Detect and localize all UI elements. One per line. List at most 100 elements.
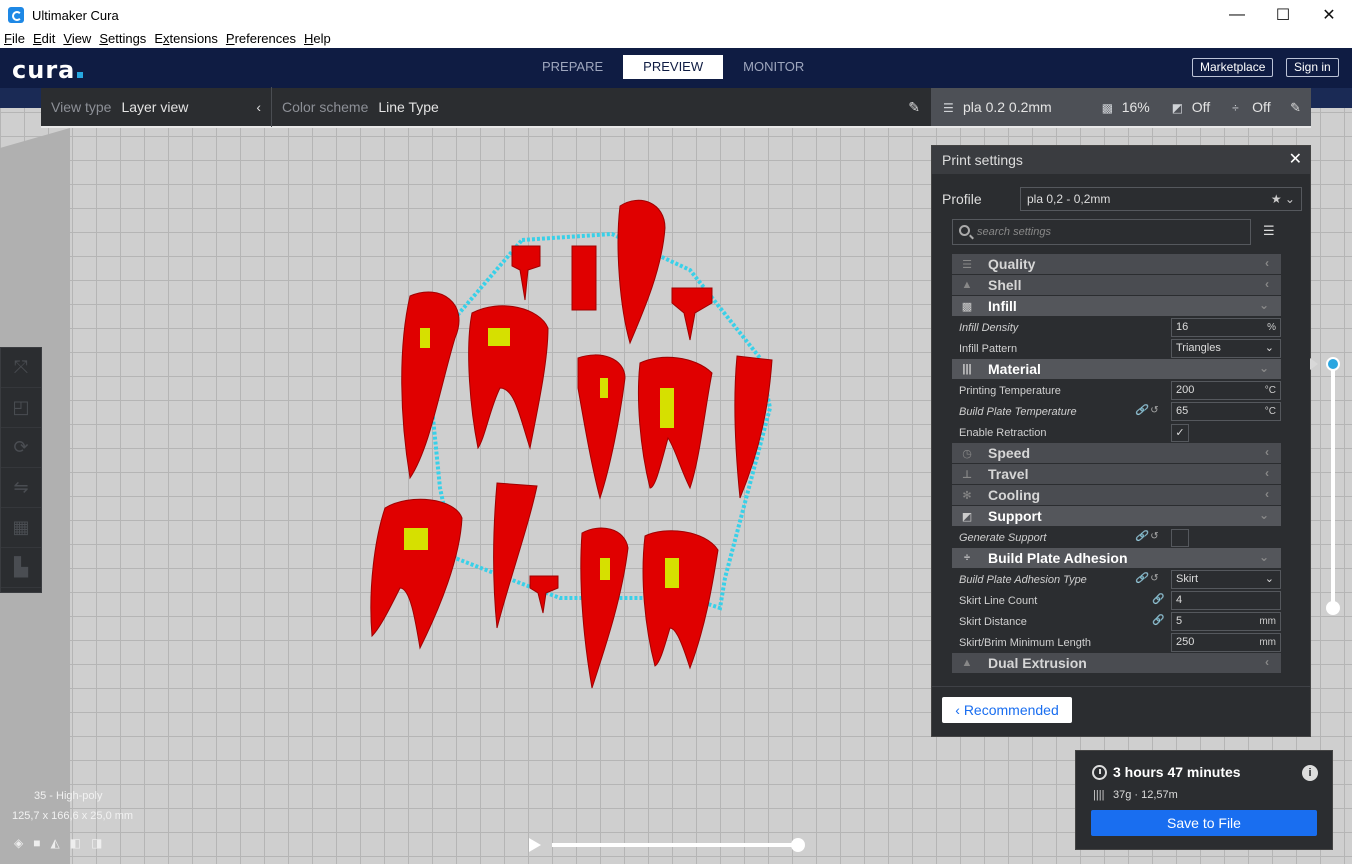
adhesion-type-dropdown[interactable]: Skirt ⌄ bbox=[1171, 570, 1281, 589]
link-reset-icon[interactable]: 🔗 ↺ bbox=[1135, 405, 1159, 416]
sign-in-button[interactable]: Sign in bbox=[1286, 58, 1339, 77]
setting-print-temp: Printing Temperature 200 °C bbox=[952, 380, 1281, 401]
menu-view[interactable]: View bbox=[59, 30, 95, 48]
print-temp-input[interactable]: 200 °C bbox=[1171, 381, 1281, 400]
adhesion-icon: ÷ bbox=[963, 552, 971, 564]
setting-unit: °C bbox=[1264, 385, 1276, 396]
menu-extensions[interactable]: Extensions bbox=[150, 30, 222, 48]
setting-infill-density: Infill Density 16 % bbox=[952, 317, 1281, 338]
profile-dropdown[interactable]: pla 0,2 - 0,2mm ★ ⌄ bbox=[1020, 187, 1302, 211]
layer-slider-track[interactable] bbox=[1331, 364, 1335, 609]
tab-monitor[interactable]: MONITOR bbox=[723, 55, 824, 79]
view-toolbar: View type Layer view ‹ Color scheme Line… bbox=[41, 87, 931, 128]
move-tool-icon[interactable]: ⤧ bbox=[1, 348, 41, 388]
window-title: Ultimaker Cura bbox=[32, 7, 119, 23]
setting-value: 16 bbox=[1176, 321, 1189, 333]
per-model-settings-icon[interactable]: ▦ bbox=[1, 508, 41, 548]
pencil-icon[interactable]: ✎ bbox=[1290, 100, 1301, 116]
maximize-button[interactable]: ☐ bbox=[1260, 0, 1306, 30]
category-speed[interactable]: ◷ Speed ‹ bbox=[952, 443, 1281, 463]
category-shell[interactable]: ▲ Shell ‹ bbox=[952, 275, 1281, 295]
menu-file[interactable]: File bbox=[0, 30, 29, 48]
recommended-button[interactable]: ‹ Recommended bbox=[942, 697, 1072, 723]
profile-summary-text: pla 0.2 0.2mm bbox=[963, 99, 1052, 115]
infill-density-input[interactable]: 16 % bbox=[1171, 318, 1281, 337]
menu-edit[interactable]: Edit bbox=[29, 30, 59, 48]
chevron-left-icon: ‹ bbox=[1265, 655, 1269, 669]
close-window-button[interactable]: ✕ bbox=[1306, 0, 1352, 30]
category-dual-extrusion[interactable]: ▲ Dual Extrusion ‹ bbox=[952, 653, 1281, 673]
menu-settings[interactable]: Settings bbox=[95, 30, 150, 48]
infill-summary: ▩ 16% bbox=[1102, 99, 1150, 115]
3d-view-icon[interactable]: ◈ bbox=[14, 836, 23, 850]
scale-tool-icon[interactable]: ◰ bbox=[1, 388, 41, 428]
color-scheme-selector[interactable]: Color scheme Line Type ✎ bbox=[272, 87, 930, 127]
generate-support-checkbox[interactable] bbox=[1171, 529, 1189, 547]
front-view-icon[interactable]: ■ bbox=[33, 836, 40, 850]
print-setup-bar[interactable]: ☰ pla 0.2 0.2mm ▩ 16% ◩ Off ÷ Off ✎ bbox=[931, 88, 1311, 128]
category-label: Dual Extrusion bbox=[988, 655, 1087, 671]
top-view-icon[interactable]: ◭ bbox=[50, 836, 59, 850]
right-view-icon[interactable]: ◨ bbox=[91, 836, 102, 850]
skirt-distance-input[interactable]: 5 mm bbox=[1171, 612, 1281, 631]
panel-title: Print settings bbox=[942, 152, 1023, 168]
search-input[interactable]: search settings bbox=[952, 219, 1251, 245]
infill-summary-text: 16% bbox=[1121, 99, 1150, 115]
cura-header: cura PREPARE PREVIEW MONITOR Marketplace… bbox=[0, 48, 1352, 88]
support-summary-text: Off bbox=[1191, 99, 1211, 115]
setting-label: Skirt/Brim Minimum Length bbox=[959, 636, 1092, 649]
layer-slider-top-handle[interactable] bbox=[1326, 357, 1340, 371]
category-material[interactable]: ||| Material ⌄ bbox=[952, 359, 1281, 379]
setting-unit: mm bbox=[1259, 637, 1276, 648]
quality-icon: ☰ bbox=[943, 101, 954, 115]
chevron-left-icon: ‹ bbox=[1265, 487, 1269, 501]
retraction-checkbox[interactable]: ✓ bbox=[1171, 424, 1189, 442]
tab-prepare[interactable]: PREPARE bbox=[522, 55, 623, 79]
menu-preferences[interactable]: Preferences bbox=[222, 30, 300, 48]
left-view-icon[interactable]: ◧ bbox=[70, 836, 81, 850]
layer-slider-bottom-handle[interactable] bbox=[1326, 601, 1340, 615]
minimize-button[interactable]: — bbox=[1214, 0, 1260, 30]
rotate-tool-icon[interactable]: ⟳ bbox=[1, 428, 41, 468]
menu-help[interactable]: Help bbox=[300, 30, 335, 48]
support-blocker-icon[interactable]: ▙ bbox=[1, 548, 41, 588]
stage-tabs: PREPARE PREVIEW MONITOR bbox=[522, 55, 824, 79]
link-reset-icon[interactable]: 🔗 ↺ bbox=[1135, 531, 1159, 542]
setting-label: Printing Temperature bbox=[959, 384, 1061, 397]
chevron-left-icon: ‹ bbox=[1265, 256, 1269, 270]
skirt-min-length-input[interactable]: 250 mm bbox=[1171, 633, 1281, 652]
tab-preview[interactable]: PREVIEW bbox=[623, 55, 724, 79]
simulation-slider-handle[interactable] bbox=[791, 838, 805, 852]
logo-text: cura bbox=[12, 56, 76, 84]
setting-value: 250 bbox=[1176, 636, 1195, 648]
save-to-file-button[interactable]: Save to File bbox=[1091, 810, 1317, 836]
category-support[interactable]: ◩ Support ⌄ bbox=[952, 506, 1281, 526]
output-panel: 3 hours 47 minutes i |||| 37g · 12,57m S… bbox=[1075, 750, 1333, 850]
category-infill[interactable]: ▩ Infill ⌄ bbox=[952, 296, 1281, 316]
mirror-tool-icon[interactable]: ⇋ bbox=[1, 468, 41, 508]
marketplace-button[interactable]: Marketplace bbox=[1192, 58, 1274, 77]
info-icon[interactable]: i bbox=[1302, 765, 1318, 781]
view-type-selector[interactable]: View type Layer view ‹ bbox=[41, 87, 271, 127]
play-icon[interactable] bbox=[529, 838, 541, 852]
recommended-label: Recommended bbox=[963, 702, 1059, 718]
link-reset-icon[interactable]: 🔗 ↺ bbox=[1135, 573, 1159, 584]
category-adhesion[interactable]: ÷ Build Plate Adhesion ⌄ bbox=[952, 548, 1281, 568]
plate-temp-input[interactable]: 65 °C bbox=[1171, 402, 1281, 421]
quality-icon: ☰ bbox=[962, 258, 972, 271]
category-cooling[interactable]: ✻ Cooling ‹ bbox=[952, 485, 1281, 505]
cura-logo: cura bbox=[12, 56, 84, 84]
infill-pattern-dropdown[interactable]: Triangles ⌄ bbox=[1171, 339, 1281, 358]
category-label: Build Plate Adhesion bbox=[988, 550, 1128, 566]
setting-value: 5 bbox=[1176, 615, 1183, 627]
category-quality[interactable]: ☰ Quality ‹ bbox=[952, 254, 1281, 274]
category-label: Quality bbox=[988, 256, 1036, 272]
setting-skirt-distance: Skirt Distance 🔗 5 mm bbox=[952, 611, 1281, 632]
close-icon[interactable]: ✕ bbox=[1289, 146, 1302, 174]
setting-label: Skirt Line Count bbox=[959, 594, 1038, 607]
skirt-lines-input[interactable]: 4 bbox=[1171, 591, 1281, 610]
tooth-2 bbox=[468, 305, 549, 450]
hamburger-menu-icon[interactable]: ☰ bbox=[1263, 224, 1275, 237]
simulation-slider-track[interactable] bbox=[552, 843, 798, 847]
category-travel[interactable]: ⊥ Travel ‹ bbox=[952, 464, 1281, 484]
